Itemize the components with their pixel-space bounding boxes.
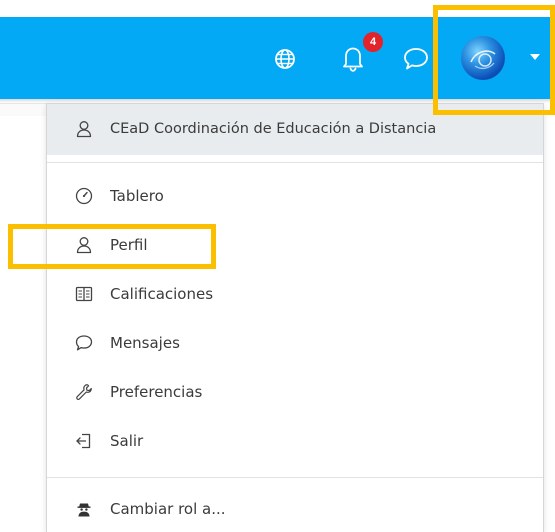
user-icon xyxy=(76,237,92,254)
user-menu-fullname[interactable]: CEaD Coordinación de Educación a Distanc… xyxy=(47,109,543,149)
menu-item-cambiar-rol[interactable]: Cambiar rol a... xyxy=(47,489,543,529)
menu-item-label: Perfil xyxy=(110,236,148,254)
menu-item-label: Cambiar rol a... xyxy=(110,500,226,518)
menu-item-tablero[interactable]: Tablero xyxy=(47,176,543,216)
caret-down-icon[interactable] xyxy=(530,54,540,60)
chat-icon xyxy=(75,335,93,351)
avatar-logo-mark xyxy=(470,50,496,70)
menu-item-mensajes[interactable]: Mensajes xyxy=(47,323,543,363)
menu-divider xyxy=(47,477,543,478)
menu-item-preferencias[interactable]: Preferencias xyxy=(47,372,543,412)
menu-item-salir[interactable]: Salir xyxy=(47,421,543,461)
menu-item-label: Salir xyxy=(110,432,144,450)
user-menu-fullname-label: CEaD Coordinación de Educación a Distanc… xyxy=(110,121,437,137)
notification-badge: 4 xyxy=(363,32,383,52)
user-icon xyxy=(76,121,92,138)
top-strip xyxy=(0,0,555,17)
grades-book-icon xyxy=(75,286,93,302)
user-secret-icon xyxy=(77,503,91,517)
wrench-icon xyxy=(76,384,92,400)
dashboard-icon xyxy=(75,187,93,205)
menu-item-label: Calificaciones xyxy=(110,285,214,303)
menu-item-perfil[interactable]: Perfil xyxy=(47,225,543,265)
menu-item-calificaciones[interactable]: Calificaciones xyxy=(47,274,543,314)
chat-icon[interactable] xyxy=(402,46,430,72)
user-dropdown-menu: CEaD Coordinación de Educación a Distanc… xyxy=(46,103,544,532)
menu-divider xyxy=(47,162,543,163)
bell-icon[interactable] xyxy=(339,43,367,73)
avatar[interactable] xyxy=(461,36,505,80)
menu-item-label: Tablero xyxy=(110,187,164,205)
globe-icon[interactable] xyxy=(274,48,296,70)
logout-icon xyxy=(76,433,91,449)
menu-item-label: Preferencias xyxy=(110,383,203,401)
page-content-edge xyxy=(0,103,46,116)
menu-item-label: Mensajes xyxy=(110,334,180,352)
